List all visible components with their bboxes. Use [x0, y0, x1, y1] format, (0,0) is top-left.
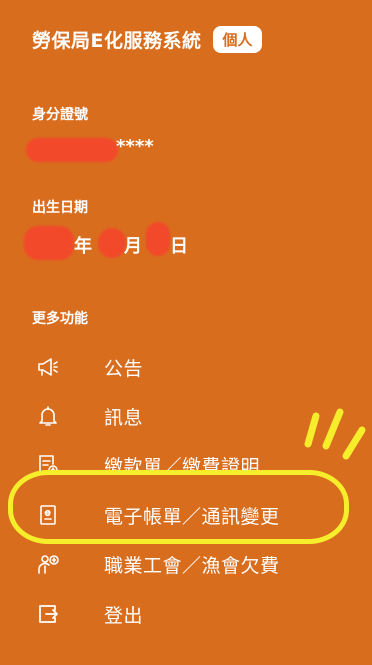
birth-year-unit: 年 — [74, 236, 92, 257]
birth-year-redaction — [24, 226, 74, 260]
birth-month-redaction — [98, 228, 126, 258]
id-number-masked-suffix: **** — [116, 136, 154, 157]
birth-date-label: 出生日期 — [32, 200, 88, 216]
menu-label-announcements: 公告 — [104, 357, 144, 380]
more-functions-title: 更多功能 — [32, 311, 88, 327]
megaphone-icon — [38, 358, 58, 376]
menu-item-logout[interactable]: 登出 — [0, 590, 372, 638]
menu-label-logout: 登出 — [104, 604, 144, 627]
birth-day-unit: 日 — [170, 236, 188, 257]
account-type-badge: 個人 — [213, 26, 262, 53]
id-number-label: 身分證號 — [32, 107, 88, 123]
menu-item-union-dues[interactable]: 職業工會／漁會欠費 — [0, 540, 372, 588]
menu-label-union-dues: 職業工會／漁會欠費 — [104, 554, 280, 577]
bell-icon — [39, 406, 57, 426]
app-title: 勞保局E化服務系統 — [32, 30, 202, 52]
header: 勞保局E化服務系統 個人 — [32, 26, 262, 53]
emphasis-strokes — [304, 408, 366, 460]
union-dues-icon — [38, 555, 59, 574]
highlight-annotation-ellipse — [8, 470, 349, 544]
menu-item-announcements[interactable]: 公告 — [0, 343, 372, 391]
logout-icon — [39, 605, 58, 623]
id-number-redaction — [26, 138, 118, 162]
birth-month-unit: 月 — [124, 236, 142, 257]
birth-day-redaction — [146, 222, 170, 256]
menu-label-messages: 訊息 — [104, 406, 144, 429]
